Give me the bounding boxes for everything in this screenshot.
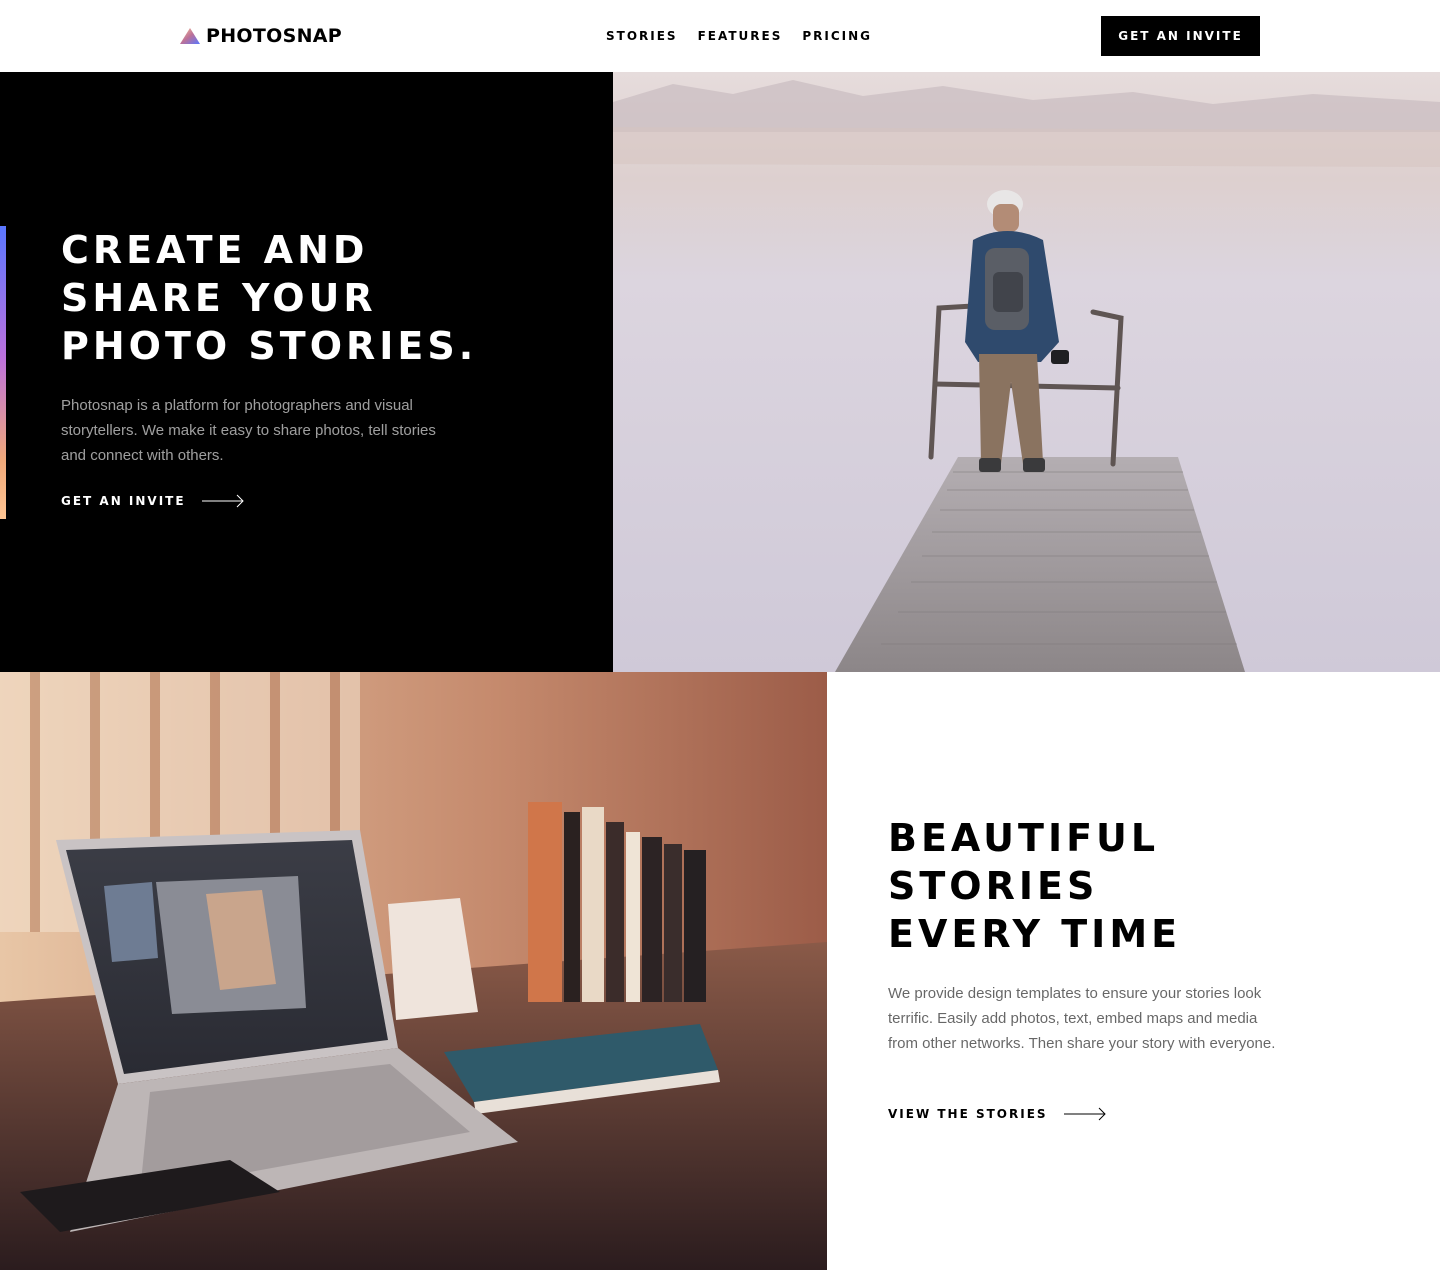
logo-text: PHOTOSNAP [206, 25, 343, 47]
main-nav: STORIES FEATURES PRICING [606, 29, 872, 43]
hero-section [0, 72, 613, 672]
hero-title: CREATE AND SHARE YOUR PHOTO STORIES. [61, 226, 481, 370]
arrow-right-icon [201, 494, 244, 508]
feature-title-line: BEAUTIFUL [888, 816, 1160, 860]
view-stories-link[interactable]: VIEW THE STORIES [888, 1107, 1107, 1121]
desk-laptop-photo-illustration [0, 672, 827, 1270]
hero-title-line: PHOTO STORIES. [61, 324, 478, 368]
arrow-right-icon [1063, 1107, 1106, 1121]
hero-photo [613, 72, 1440, 672]
hero-accent-bar [0, 226, 6, 519]
hero-description: Photosnap is a platform for photographer… [61, 397, 436, 464]
hero-link-label: GET AN INVITE [61, 494, 186, 508]
get-invite-button[interactable]: GET AN INVITE [1101, 16, 1260, 56]
feature-title-line: EVERY TIME [888, 912, 1182, 956]
nav-link-features[interactable]: FEATURES [698, 29, 783, 43]
feature-title-line: STORIES [888, 864, 1099, 908]
feature-section [827, 672, 1440, 1270]
feature-photo [0, 672, 827, 1270]
hero-get-invite-link[interactable]: GET AN INVITE [61, 494, 245, 508]
pier-photo-illustration [613, 72, 1440, 672]
nav-link-stories[interactable]: STORIES [606, 29, 678, 43]
feature-link-label: VIEW THE STORIES [888, 1107, 1048, 1121]
hero-title-line: SHARE YOUR [61, 276, 377, 320]
feature-title: BEAUTIFUL STORIES EVERY TIME [888, 814, 1308, 958]
triangle-logo-icon [180, 28, 200, 44]
feature-description: We provide design templates to ensure yo… [888, 985, 1276, 1052]
site-header: PHOTOSNAP STORIES FEATURES PRICING GET A… [0, 0, 1440, 72]
nav-link-pricing[interactable]: PRICING [802, 29, 872, 43]
logo[interactable]: PHOTOSNAP [180, 24, 342, 48]
hero-title-line: CREATE AND [61, 228, 369, 272]
